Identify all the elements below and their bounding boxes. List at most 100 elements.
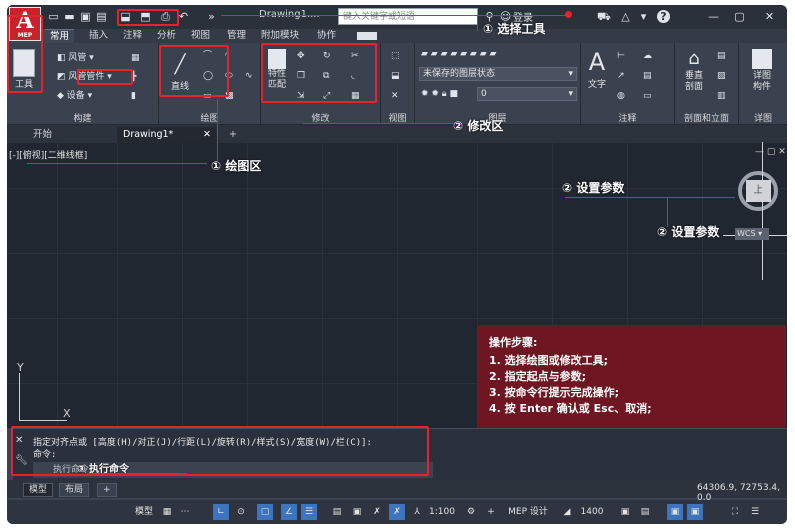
- duct-button[interactable]: ◧ 风管 ▾: [57, 51, 94, 65]
- view-b-icon[interactable]: ⬓: [391, 69, 400, 83]
- maximize-icon[interactable]: ▢: [733, 10, 746, 23]
- build-tool-c-icon[interactable]: ▮: [131, 89, 136, 103]
- close-icon[interactable]: ✕: [763, 10, 776, 23]
- lineweight-icon[interactable]: ☰: [301, 504, 317, 520]
- panel-detail-title: 详图: [753, 114, 772, 124]
- section-b-icon[interactable]: ▧: [717, 69, 726, 83]
- mark-icon[interactable]: ▭: [643, 89, 652, 103]
- tab-drawing1[interactable]: Drawing1* ✕: [117, 127, 217, 143]
- view-c-icon[interactable]: ✕: [391, 89, 399, 103]
- document-tab-bar: 开始 Drawing1* ✕ +: [7, 125, 787, 143]
- tab-overflow-icon[interactable]: [357, 32, 377, 40]
- polar-icon[interactable]: ⊙: [233, 504, 249, 520]
- panel-annotation: A 文字 ⊢ ↗ ◍ ☁ ▤ ▭ 注释: [581, 43, 675, 125]
- equipment-label: 设备: [66, 91, 85, 101]
- save-icon[interactable]: ▣: [79, 10, 92, 23]
- viewcube-face-top[interactable]: 上: [746, 180, 771, 202]
- customize-icon[interactable]: ☰: [747, 504, 763, 520]
- model-space-button[interactable]: 模型: [133, 504, 155, 520]
- cloud-icon[interactable]: ☁: [643, 49, 652, 63]
- transparency-icon[interactable]: ▤: [329, 504, 345, 520]
- steps-overlay: 操作步骤: 1. 选择绘图或修改工具; 2. 指定起点与参数; 3. 按命令行提…: [477, 325, 786, 435]
- auto-scale-icon[interactable]: ✗: [389, 504, 405, 520]
- highlight-command-line: [11, 426, 429, 476]
- layer-tools-icons[interactable]: ▰ ▰ ▰ ▰ ▰ ▰ ▰ ▰: [421, 47, 496, 61]
- crosshair-vertical: [762, 142, 763, 280]
- viewport-controls[interactable]: [-][俯视][二维线框]: [9, 148, 87, 161]
- equipment-button[interactable]: ◆ 设备 ▾: [57, 89, 92, 103]
- hardware-accel-icon[interactable]: ▤: [637, 504, 653, 520]
- vertical-section-button[interactable]: ⌂ 垂直 剖面: [677, 47, 711, 93]
- highlight-modify: [261, 43, 377, 103]
- more-icon[interactable]: »: [205, 10, 218, 23]
- tab-home[interactable]: 常用: [45, 29, 75, 43]
- tab-manage[interactable]: 管理: [227, 29, 246, 43]
- isolate-objects-icon[interactable]: ▣: [687, 504, 703, 520]
- highlight-quick-access: [117, 9, 179, 26]
- tab-view[interactable]: 视图: [191, 29, 210, 43]
- scale-select[interactable]: 1:100: [427, 504, 457, 520]
- grid-icon[interactable]: ▦: [159, 504, 175, 520]
- fullscreen-icon[interactable]: ⛶: [727, 504, 743, 520]
- help-icon[interactable]: ?: [657, 10, 670, 23]
- highlight-tools: [7, 15, 43, 93]
- cart-icon[interactable]: ⛟: [597, 10, 611, 23]
- text-label: 文字: [587, 80, 606, 90]
- annotation-visibility-icon[interactable]: ✗: [369, 504, 385, 520]
- wcs-label: WCS: [737, 229, 756, 238]
- isolate-icon[interactable]: ▣: [617, 504, 633, 520]
- leader-icon[interactable]: ↗: [617, 69, 625, 83]
- layer-state-select[interactable]: 未保存的图层状态 ▾: [419, 67, 577, 81]
- tab-addins[interactable]: 附加模块: [261, 29, 299, 43]
- clean-screen-icon[interactable]: ▣: [667, 504, 683, 520]
- text-button[interactable]: A 文字: [583, 47, 611, 90]
- annotation-scale-icon[interactable]: ⅄: [409, 504, 425, 520]
- tag-icon[interactable]: ◍: [617, 89, 625, 103]
- tab-model[interactable]: 模型: [23, 483, 54, 497]
- tab-start[interactable]: 开始: [27, 127, 58, 143]
- workspace-select[interactable]: MEP 设计: [503, 504, 553, 520]
- tab-insert[interactable]: 插入: [89, 29, 108, 43]
- snap-icon[interactable]: ⋯: [177, 504, 193, 520]
- spline-icon[interactable]: ∿: [245, 69, 253, 83]
- dropdown-icon[interactable]: ▾: [637, 10, 650, 23]
- autodesk-app-icon[interactable]: △: [619, 10, 632, 23]
- step-4: 4. 按 Enter 确认或 Esc、取消;: [489, 402, 652, 415]
- osnap-icon[interactable]: ▢: [257, 504, 273, 520]
- otrack-icon[interactable]: ∠: [281, 504, 297, 520]
- gear-icon[interactable]: ⚙: [463, 504, 479, 520]
- wcs-dropdown[interactable]: WCS ▾: [735, 228, 769, 240]
- build-tool-a-icon[interactable]: ▦: [131, 51, 140, 65]
- tab-collaborate[interactable]: 协作: [317, 29, 336, 43]
- tab-layout[interactable]: 布局: [59, 483, 90, 497]
- add-layout-button[interactable]: +: [97, 483, 117, 497]
- panel-annotation-title: 注释: [618, 114, 637, 124]
- layer-status-icons[interactable]: ✹ ✹ 🔒︎ ■: [421, 87, 458, 101]
- close-tab-icon[interactable]: ✕: [203, 127, 211, 142]
- ortho-icon[interactable]: ∟: [213, 504, 229, 520]
- view-a-icon[interactable]: ⬚: [391, 49, 400, 63]
- status-bar: 模型 ▦ ⋯ ∟ ⊙ ▢ ∠ ☰ ▤ ▣ ✗ ✗ ⅄ 1:100 ⚙ + MEP…: [7, 500, 787, 524]
- section-a-icon[interactable]: ▤: [717, 49, 726, 63]
- tab-annotate[interactable]: 注释: [123, 29, 142, 43]
- minimize-icon[interactable]: —: [707, 10, 720, 23]
- elevation-icon[interactable]: ◢: [559, 504, 575, 520]
- selection-cycling-icon[interactable]: ▣: [349, 504, 365, 520]
- new-tab-button[interactable]: +: [223, 127, 243, 143]
- current-layer-select[interactable]: 0 ▾: [477, 87, 577, 101]
- cut-plane-value[interactable]: 1400: [579, 504, 605, 520]
- open-folder-icon[interactable]: ▬: [63, 10, 76, 23]
- save-as-icon[interactable]: ▤: [95, 10, 108, 23]
- section-c-icon[interactable]: ▥: [717, 89, 726, 103]
- viewport-window-controls[interactable]: — ▢ ✕: [755, 147, 786, 157]
- search-input[interactable]: 键入关键字或短语: [338, 8, 478, 25]
- tab-analyze[interactable]: 分析: [157, 29, 176, 43]
- plus-icon[interactable]: +: [483, 504, 499, 520]
- step-3: 3. 按命令行提示完成操作;: [489, 386, 620, 399]
- dimension-icon[interactable]: ⊢: [617, 49, 625, 63]
- annotation-line: [565, 197, 735, 198]
- detail-component-button[interactable]: 详图 构件: [745, 47, 779, 93]
- panel-build-title: 构建: [73, 114, 92, 124]
- table-icon[interactable]: ▤: [643, 69, 652, 83]
- new-file-icon[interactable]: ▭: [47, 10, 60, 23]
